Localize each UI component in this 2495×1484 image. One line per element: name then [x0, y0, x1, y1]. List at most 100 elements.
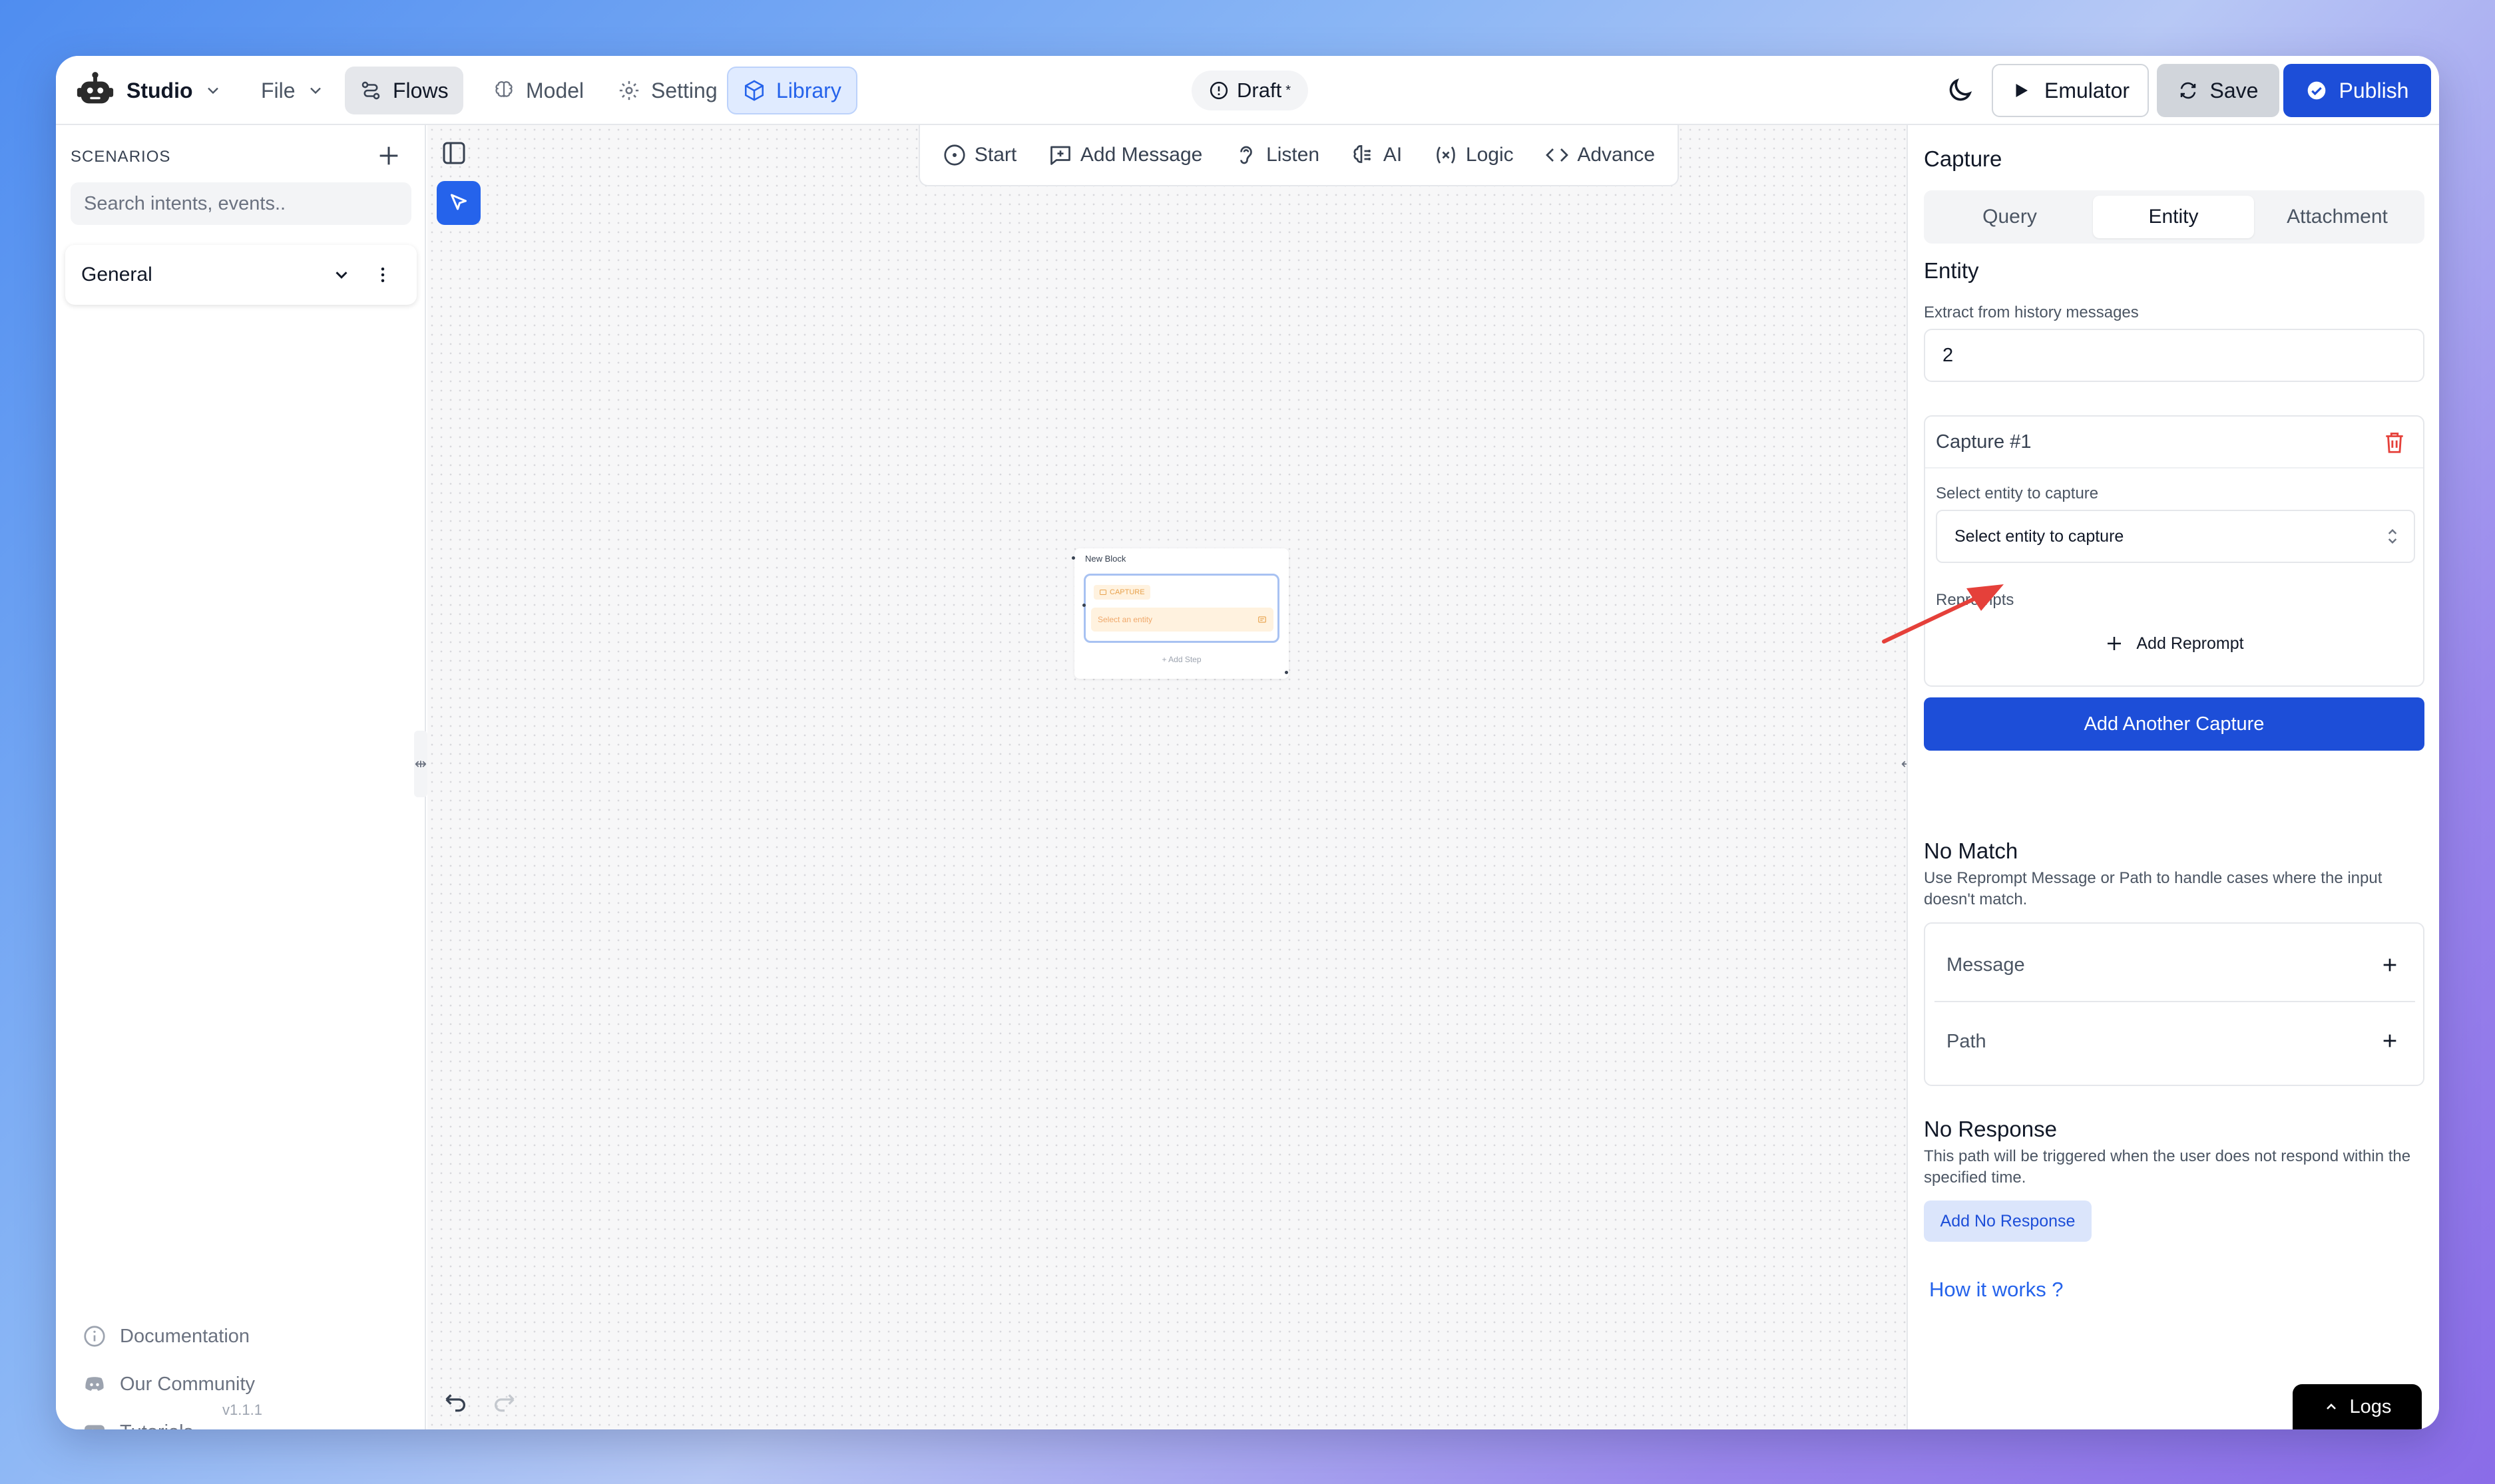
- tool-ai-label: AI: [1383, 144, 1403, 166]
- add-scenario-icon[interactable]: [375, 142, 402, 169]
- tool-listen-label: Listen: [1266, 144, 1320, 166]
- studio-menu[interactable]: Studio: [68, 67, 229, 114]
- tool-advance[interactable]: Advance: [1545, 143, 1655, 167]
- undo-icon[interactable]: [442, 1390, 469, 1416]
- tab-model[interactable]: Model: [478, 67, 598, 114]
- info-circle-icon: [1210, 81, 1228, 100]
- publish-button[interactable]: Publish: [2283, 64, 2431, 117]
- flow-canvas[interactable]: Start Add Message Listen AI Logic Advanc…: [427, 125, 1907, 1429]
- chevron-down-icon[interactable]: [332, 265, 351, 285]
- emulator-button[interactable]: Emulator: [1992, 64, 2149, 117]
- select-tool-button[interactable]: [437, 181, 481, 225]
- model-label: Model: [526, 78, 584, 102]
- flow-node-new-block[interactable]: New Block CAPTURE Select an entity + Add…: [1072, 548, 1289, 679]
- save-button[interactable]: Save: [2157, 64, 2279, 117]
- scenario-general[interactable]: General: [65, 245, 417, 305]
- tutorials-label: Tutorials: [120, 1421, 193, 1430]
- refresh-icon: [2180, 82, 2195, 99]
- tool-add-message[interactable]: Add Message: [1048, 143, 1202, 167]
- chevron-updown-icon: [2388, 528, 2397, 544]
- brain-icon: [495, 81, 513, 97]
- tab-query[interactable]: Query: [1929, 196, 2090, 238]
- no-match-description: Use Reprompt Message or Path to handle c…: [1924, 869, 2382, 908]
- add-reprompt-label: Add Reprompt: [2136, 634, 2244, 653]
- plus-icon[interactable]: [2379, 1030, 2400, 1051]
- step-handle[interactable]: [1082, 604, 1086, 607]
- trash-icon[interactable]: [2382, 430, 2407, 455]
- draft-unsaved-mark: *: [1285, 83, 1291, 98]
- capture-icon: [1100, 590, 1106, 595]
- no-match-path-row[interactable]: Path: [1934, 1005, 2415, 1078]
- version-label: v1.1.1: [222, 1401, 262, 1418]
- tab-setting[interactable]: Setting: [603, 67, 732, 114]
- capture-title: Capture #1: [1936, 431, 2032, 453]
- chevron-down-icon: [310, 87, 321, 94]
- add-step-button[interactable]: + Add Step: [1074, 655, 1289, 664]
- tool-start[interactable]: Start: [943, 143, 1017, 167]
- moon-icon[interactable]: [1945, 76, 1974, 105]
- sidebar-resize-handle[interactable]: ⇹: [414, 731, 427, 797]
- entity-select[interactable]: Select entity to capture: [1936, 510, 2415, 563]
- documentation-label: Documentation: [120, 1325, 250, 1347]
- chevron-up-icon: [2326, 1403, 2336, 1409]
- youtube-icon: [85, 1425, 105, 1429]
- more-vertical-icon[interactable]: [373, 264, 393, 286]
- redo-icon[interactable]: [491, 1390, 518, 1416]
- no-response-description: This path will be triggered when the use…: [1924, 1147, 2411, 1187]
- tool-advance-label: Advance: [1577, 144, 1656, 166]
- select-entity-label: Select entity to capture: [1936, 484, 2099, 502]
- history-count-input[interactable]: 2: [1924, 329, 2424, 382]
- chevron-down-icon: [207, 87, 218, 94]
- tab-attachment[interactable]: Attachment: [2257, 196, 2418, 238]
- tab-library[interactable]: Library: [727, 67, 857, 114]
- canvas-toolbar: Start Add Message Listen AI Logic Advanc…: [919, 125, 1679, 186]
- scenario-general-label: General: [81, 264, 152, 285]
- panel-toggle-icon[interactable]: [441, 140, 467, 166]
- node-title: New Block: [1085, 554, 1126, 564]
- tool-add-message-label: Add Message: [1080, 144, 1203, 166]
- node-handle[interactable]: [1072, 556, 1075, 560]
- documentation-link[interactable]: Documentation: [83, 1312, 255, 1360]
- add-another-capture-button[interactable]: Add Another Capture: [1924, 697, 2424, 751]
- entity-placeholder-field[interactable]: Select an entity: [1091, 608, 1273, 632]
- file-label: File: [261, 78, 296, 102]
- draft-status-badge[interactable]: Draft *: [1192, 71, 1308, 110]
- capture-step[interactable]: CAPTURE Select an entity: [1082, 574, 1279, 643]
- capture-card-header: Capture #1: [1925, 417, 2423, 468]
- info-circle-icon: [84, 1326, 105, 1347]
- tool-ai[interactable]: AI: [1351, 143, 1402, 167]
- scenarios-sidebar: SCENARIOS General Documentation Our Comm…: [56, 125, 426, 1429]
- robot-logo-icon: [77, 72, 114, 104]
- play-icon: [2016, 84, 2028, 97]
- how-it-works-link[interactable]: How it works ?: [1929, 1278, 2064, 1302]
- entity-placeholder: Select an entity: [1098, 615, 1153, 624]
- no-match-message-row[interactable]: Message: [1934, 929, 2415, 1002]
- tab-entity[interactable]: Entity: [2093, 196, 2254, 238]
- entity-select-value: Select entity to capture: [1954, 526, 2124, 546]
- message-plus-icon: [1050, 146, 1070, 165]
- ai-brain-icon: [1353, 145, 1371, 163]
- no-match-heading: No Match: [1924, 838, 2018, 863]
- tool-logic[interactable]: Logic: [1434, 143, 1514, 167]
- search-input[interactable]: [71, 182, 411, 225]
- scenarios-heading: SCENARIOS: [71, 148, 171, 166]
- gear-icon: [619, 81, 639, 100]
- capture-tabs: Query Entity Attachment: [1924, 190, 2424, 244]
- history-label: Extract from history messages: [1924, 303, 2139, 321]
- tab-flows[interactable]: Flows: [345, 67, 463, 114]
- tool-listen[interactable]: Listen: [1234, 143, 1319, 167]
- capture-tag-label: CAPTURE: [1110, 588, 1145, 596]
- file-menu[interactable]: File: [246, 67, 340, 114]
- capture-card: Capture #1 Select entity to capture Sele…: [1924, 415, 2424, 687]
- capture-panel: Capture Query Entity Attachment Entity E…: [1907, 125, 2439, 1429]
- tool-start-label: Start: [974, 144, 1017, 166]
- plus-icon[interactable]: [2379, 954, 2400, 976]
- no-match-card: Message Path: [1924, 922, 2424, 1086]
- add-no-response-button[interactable]: Add No Response: [1924, 1201, 2092, 1242]
- publish-label: Publish: [2339, 78, 2409, 102]
- node-handle[interactable]: [1285, 671, 1288, 674]
- cube-icon: [744, 80, 764, 101]
- code-icon: [1546, 148, 1569, 162]
- logs-button[interactable]: Logs: [2293, 1384, 2422, 1429]
- top-bar: Studio File Flows Model Setting Library …: [56, 56, 2439, 125]
